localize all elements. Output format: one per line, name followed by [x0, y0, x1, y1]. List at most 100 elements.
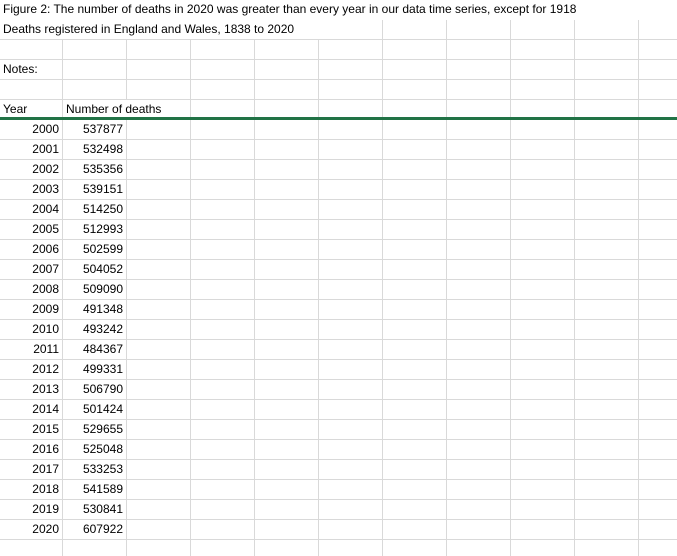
deaths-cell[interactable]: 512993 [63, 220, 123, 239]
gridline [638, 480, 639, 499]
gridline [126, 240, 127, 259]
gridline [574, 440, 575, 459]
table-row: 2014501424 [0, 400, 677, 420]
year-cell[interactable]: 2015 [0, 420, 59, 439]
year-cell[interactable]: 2010 [0, 320, 59, 339]
deaths-cell[interactable]: 499331 [63, 360, 123, 379]
deaths-cell[interactable]: 535356 [63, 160, 123, 179]
subtitle-cell[interactable]: Deaths registered in England and Wales, … [3, 20, 294, 39]
year-cell[interactable]: 2017 [0, 460, 59, 479]
gridline [254, 140, 255, 159]
gridline [638, 160, 639, 179]
year-cell[interactable]: 2013 [0, 380, 59, 399]
deaths-cell[interactable]: 537877 [63, 120, 123, 139]
gridline [190, 440, 191, 459]
gridline [382, 260, 383, 279]
deaths-cell[interactable]: 504052 [63, 260, 123, 279]
gridline [190, 160, 191, 179]
deaths-cell[interactable]: 533253 [63, 460, 123, 479]
deaths-cell[interactable]: 530841 [63, 500, 123, 519]
gridline [446, 80, 447, 99]
gridline [382, 360, 383, 379]
gridline [318, 220, 319, 239]
gridline [574, 500, 575, 519]
gridline [638, 120, 639, 139]
table-row: 2013506790 [0, 380, 677, 400]
year-cell[interactable]: 2003 [0, 180, 59, 199]
year-cell[interactable]: 2020 [0, 520, 59, 539]
gridline [510, 320, 511, 339]
gridline [638, 60, 639, 79]
deaths-cell[interactable]: 502599 [63, 240, 123, 259]
empty-row [0, 540, 677, 556]
deaths-cell[interactable]: 541589 [63, 480, 123, 499]
year-cell[interactable]: 2001 [0, 140, 59, 159]
year-cell[interactable]: 2000 [0, 120, 59, 139]
gridline [318, 360, 319, 379]
notes-row: Notes: [0, 60, 677, 80]
gridline [318, 400, 319, 419]
gridline [638, 180, 639, 199]
gridline [446, 160, 447, 179]
deaths-cell[interactable]: 529655 [63, 420, 123, 439]
deaths-header-cell[interactable]: Number of deaths [66, 100, 161, 119]
year-cell[interactable]: 2014 [0, 400, 59, 419]
deaths-cell[interactable]: 506790 [63, 380, 123, 399]
year-cell[interactable]: 2002 [0, 160, 59, 179]
year-cell[interactable]: 2018 [0, 480, 59, 499]
gridline [126, 160, 127, 179]
gridline [190, 400, 191, 419]
gridline [190, 480, 191, 499]
gridline [126, 540, 127, 556]
year-cell[interactable]: 2011 [0, 340, 59, 359]
gridline [382, 40, 383, 59]
gridline [574, 320, 575, 339]
deaths-cell[interactable]: 525048 [63, 440, 123, 459]
gridline [190, 360, 191, 379]
gridline [446, 300, 447, 319]
gridline [126, 60, 127, 79]
gridline [510, 420, 511, 439]
table-row: 2002535356 [0, 160, 677, 180]
title-row: Figure 2: The number of deaths in 2020 w… [0, 0, 677, 20]
gridline [446, 200, 447, 219]
figure-title-cell[interactable]: Figure 2: The number of deaths in 2020 w… [3, 0, 576, 19]
notes-label-cell[interactable]: Notes: [3, 60, 38, 79]
deaths-cell[interactable]: 501424 [63, 400, 123, 419]
deaths-cell[interactable]: 539151 [63, 180, 123, 199]
gridline [126, 200, 127, 219]
deaths-cell[interactable]: 484367 [63, 340, 123, 359]
year-header-cell[interactable]: Year [3, 100, 27, 119]
gridline [318, 100, 319, 117]
gridline [638, 140, 639, 159]
year-cell[interactable]: 2012 [0, 360, 59, 379]
gridline [254, 540, 255, 556]
gridline [574, 160, 575, 179]
gridline [190, 200, 191, 219]
year-cell[interactable]: 2019 [0, 500, 59, 519]
gridline [318, 280, 319, 299]
year-cell[interactable]: 2005 [0, 220, 59, 239]
gridline [126, 80, 127, 99]
deaths-cell[interactable]: 607922 [63, 520, 123, 539]
deaths-cell[interactable]: 493242 [63, 320, 123, 339]
deaths-cell[interactable]: 509090 [63, 280, 123, 299]
deaths-cell[interactable]: 514250 [63, 200, 123, 219]
year-cell[interactable]: 2006 [0, 240, 59, 259]
gridline [254, 380, 255, 399]
deaths-cell[interactable]: 491348 [63, 300, 123, 319]
gridline [254, 400, 255, 419]
gridline [574, 420, 575, 439]
gridline [574, 300, 575, 319]
year-cell[interactable]: 2009 [0, 300, 59, 319]
year-cell[interactable]: 2007 [0, 260, 59, 279]
gridline [126, 380, 127, 399]
table-row: 2019530841 [0, 500, 677, 520]
year-cell[interactable]: 2016 [0, 440, 59, 459]
gridline [638, 380, 639, 399]
year-cell[interactable]: 2008 [0, 280, 59, 299]
deaths-cell[interactable]: 532498 [63, 140, 123, 159]
table-row: 2016525048 [0, 440, 677, 460]
gridline [190, 300, 191, 319]
year-cell[interactable]: 2004 [0, 200, 59, 219]
